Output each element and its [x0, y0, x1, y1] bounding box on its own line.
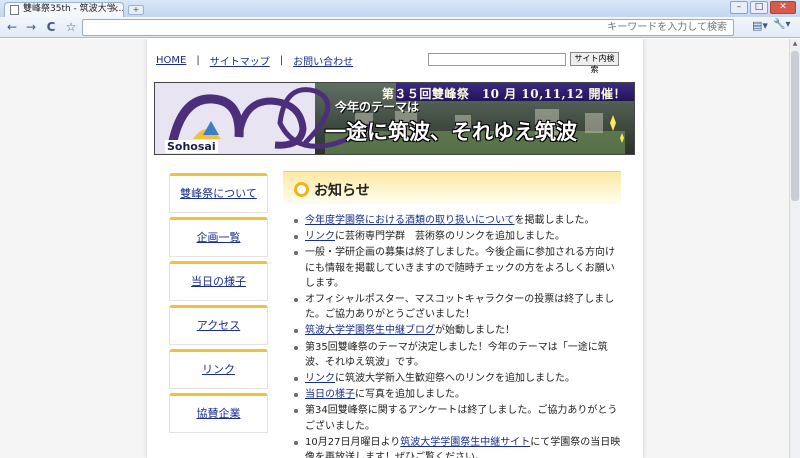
sidenav-label[interactable]: 雙峰祭について: [180, 187, 257, 200]
news-text: が始動しました！: [435, 325, 515, 337]
page-menu-icon[interactable]: ▤▾: [752, 19, 768, 32]
news-item: オフィシャルポスター、マスコットキャラクターの投票は終了しました。ご協力ありがと…: [293, 292, 621, 322]
news-text: 第34回雙峰祭に関するアンケートは終了しました。ご協力ありがとうございました。: [305, 405, 618, 432]
address-input[interactable]: [83, 20, 733, 35]
news-item: 今年度学園祭における酒類の取り扱いについてを掲載しました。: [293, 213, 621, 228]
news-item: リンクに筑波大学新入生歓迎祭へのリンクを追加しました。: [293, 371, 621, 386]
news-prefix: 10月27日月曜日より: [305, 436, 401, 448]
top-navigation: HOME | サイトマップ | お問い合わせ: [156, 53, 353, 68]
news-link[interactable]: リンク: [305, 231, 335, 242]
news-item: 当日の様子に写真を追加しました。: [293, 387, 621, 402]
sidenav-projects[interactable]: 企画一覧: [169, 217, 268, 257]
news-text: に芸術専門学群 芸術祭のリンクを追加しました。: [335, 231, 565, 243]
nav-contact-link[interactable]: お問い合わせ: [293, 53, 353, 68]
news-list: 今年度学園祭における酒類の取り扱いについてを掲載しました。 リンクに芸術専門学群…: [283, 213, 621, 458]
page-viewport: HOME | サイトマップ | お問い合わせ サイト内検索 Sohosai 第３…: [0, 39, 789, 458]
bookmark-star-icon[interactable]: ☆: [62, 19, 80, 36]
news-link[interactable]: 筑波大学学園祭生中継サイト: [400, 437, 530, 448]
page-favicon-icon: [10, 5, 19, 15]
new-tab-button[interactable]: +: [128, 5, 144, 15]
news-text: を掲載しました。: [514, 215, 595, 226]
sidenav-label[interactable]: 当日の様子: [191, 275, 246, 288]
window-close-button[interactable]: ✕: [770, 1, 796, 14]
site-search-button[interactable]: サイト内検索: [570, 52, 619, 74]
sidenav-label[interactable]: 協賛企業: [197, 407, 241, 420]
sidenav-sponsors[interactable]: 協賛企業: [169, 393, 268, 433]
news-header: お知らせ: [283, 171, 621, 204]
news-link[interactable]: 今年度学園祭における酒類の取り扱いについて: [305, 215, 515, 226]
sidenav-label[interactable]: アクセス: [197, 319, 240, 332]
nav-sitemap-link[interactable]: サイトマップ: [210, 53, 270, 68]
news-section: お知らせ 今年度学園祭における酒類の取り扱いについてを掲載しました。 リンクに芸…: [283, 171, 621, 458]
sidenav-label[interactable]: 企画一覧: [197, 231, 241, 244]
nav-separator: |: [196, 55, 200, 66]
news-item: 10月27日月曜日より筑波大学学園祭生中継サイトにて学園祭の当日映像を再放送しま…: [293, 435, 621, 458]
sidenav-links[interactable]: リンク: [169, 349, 268, 389]
side-navigation: 雙峰祭について 企画一覧 当日の様子 アクセス リンク 協賛企業: [169, 173, 268, 437]
back-arrow-icon[interactable]: ←: [3, 19, 21, 36]
news-text: 第35回雙峰祭のテーマが決定しました！今年のテーマは「一途に筑波、それゆえ筑波」…: [305, 341, 608, 368]
news-link[interactable]: リンク: [305, 373, 335, 384]
news-text: に写真を追加しました。: [355, 389, 465, 401]
banner-theme: 一途に筑波、それゆえ筑波: [325, 120, 577, 144]
reload-icon[interactable]: C: [42, 19, 60, 36]
news-text: 一般・学研企画の募集は終了しました。今後企画に参加される方向けにも情報を掲載して…: [305, 247, 615, 289]
tab-close-icon[interactable]: ×: [111, 3, 119, 16]
nav-home-link[interactable]: HOME: [156, 55, 186, 66]
page-container: HOME | サイトマップ | お問い合わせ サイト内検索 Sohosai 第３…: [147, 39, 643, 458]
forward-arrow-icon[interactable]: →: [22, 19, 40, 36]
address-bar[interactable]: [82, 19, 734, 36]
news-title: お知らせ: [314, 183, 370, 199]
banner-theme-label: 今年のテーマは: [335, 100, 420, 114]
browser-tab[interactable]: 雙峰祭35th - 筑波大学... ×: [4, 2, 124, 17]
site-search-input[interactable]: [428, 53, 566, 66]
sidenav-access[interactable]: アクセス: [169, 305, 268, 345]
festival-banner: Sohosai 第３５回雙峰祭 10 月 10,11,12 開催！ 今年のテーマ…: [154, 82, 635, 155]
news-item: 一般・学研企画の募集は終了しました。今後企画に参加される方向けにも情報を掲載して…: [293, 245, 621, 291]
minimize-button[interactable]: –: [730, 1, 748, 14]
sidenav-event-report[interactable]: 当日の様子: [169, 261, 268, 301]
sidenav-about[interactable]: 雙峰祭について: [169, 173, 268, 213]
scroll-up-icon[interactable]: ▲: [791, 40, 799, 48]
ring-bullet-icon: [294, 182, 309, 197]
wrench-menu-icon[interactable]: 🔧▾: [773, 19, 790, 30]
news-item: リンクに芸術専門学群 芸術祭のリンクを追加しました。: [293, 229, 621, 244]
news-item: 第35回雙峰祭のテーマが決定しました！今年のテーマは「一途に筑波、それゆえ筑波」…: [293, 340, 621, 370]
news-text: オフィシャルポスター、マスコットキャラクターの投票は終了しました。ご協力ありがと…: [305, 294, 615, 321]
sidenav-label[interactable]: リンク: [202, 363, 235, 376]
banner-logo-text: Sohosai: [165, 140, 218, 153]
maximize-button[interactable]: □: [750, 1, 768, 14]
tab-title: 雙峰祭35th - 筑波大学...: [23, 4, 124, 14]
title-bar: 雙峰祭35th - 筑波大学... × + – □ ✕: [0, 0, 800, 17]
news-text: に筑波大学新入生歓迎祭へのリンクを追加しました。: [335, 373, 575, 385]
news-item: 第34回雙峰祭に関するアンケートは終了しました。ご協力ありがとうございました。: [293, 403, 621, 433]
news-link[interactable]: 筑波大学学園祭生中継ブログ: [305, 325, 435, 336]
news-link[interactable]: 当日の様子: [305, 389, 355, 400]
nav-separator: |: [279, 55, 284, 66]
vertical-scrollbar[interactable]: ▲: [789, 39, 800, 458]
browser-toolbar: ← → C ☆ ▤▾ 🔧▾: [0, 17, 800, 38]
scroll-thumb[interactable]: [791, 51, 799, 201]
news-item: 筑波大学学園祭生中継ブログが始動しました！: [293, 323, 621, 338]
